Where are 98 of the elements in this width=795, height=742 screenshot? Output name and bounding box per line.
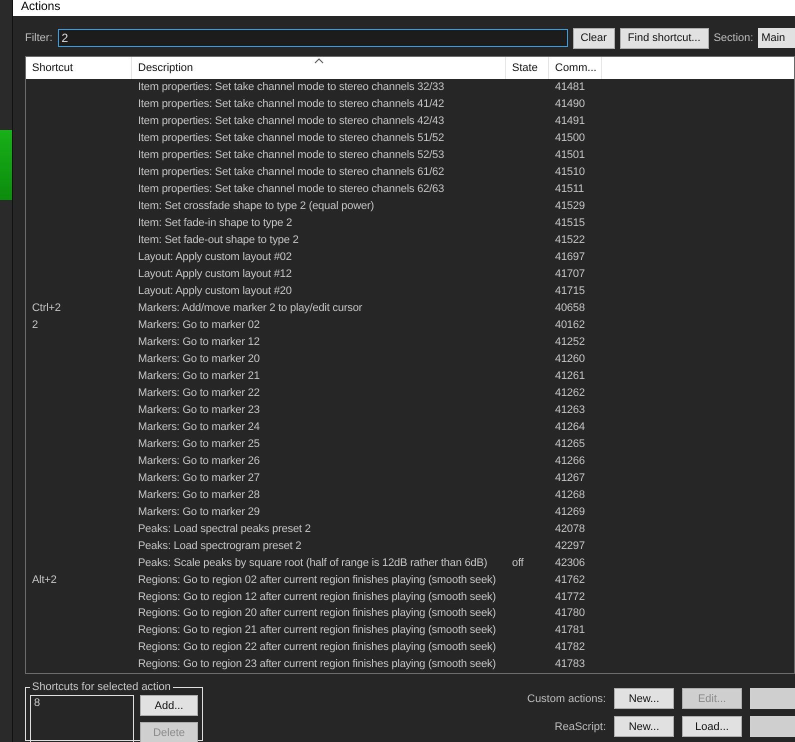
table-cell: 41266 <box>555 454 585 467</box>
table-cell: 41501 <box>555 149 585 162</box>
table-cell: 41268 <box>555 488 585 501</box>
shortcut-list[interactable]: 8 <box>30 695 134 742</box>
find-shortcut-button[interactable]: Find shortcut... <box>620 28 709 48</box>
table-cell[interactable]: Markers: Go to marker 28 <box>138 488 260 501</box>
action-button[interactable] <box>750 688 795 709</box>
action-button[interactable]: New... <box>614 688 674 709</box>
table-cell[interactable]: Item properties: Set take channel mode to stereo channels 52/53 <box>138 149 444 162</box>
table-cell: 41500 <box>555 132 585 144</box>
table-cell[interactable]: Item properties: Set take channel mode to stereo channels 41/42 <box>138 98 444 110</box>
table-cell: 42297 <box>555 540 585 552</box>
column-header[interactable]: Comm... <box>549 57 602 79</box>
table-cell: 41260 <box>555 352 585 365</box>
table-cell: 41697 <box>555 251 585 264</box>
table-cell[interactable]: Peaks: Scale peaks by square root (half of range is 12dB rather than 6dB) <box>138 556 488 569</box>
table-cell[interactable]: Markers: Go to marker 25 <box>138 438 260 450</box>
section-dropdown[interactable]: Main <box>758 28 795 48</box>
table-cell[interactable]: Item properties: Set take channel mode to stereo channels 51/52 <box>138 132 444 144</box>
table-cell: 41269 <box>555 506 585 518</box>
table-cell: 41707 <box>555 268 585 280</box>
table-cell: off <box>512 556 524 569</box>
table-cell: 41264 <box>555 420 585 433</box>
section-label: ReaScript: <box>554 720 606 732</box>
table-cell[interactable]: Markers: Go to marker 23 <box>138 404 260 416</box>
action-button[interactable] <box>750 716 795 737</box>
table-cell[interactable]: Layout: Apply custom layout #12 <box>138 268 292 280</box>
table-cell[interactable]: Regions: Go to region 21 after current region finishes playing (smooth seek) <box>138 624 496 636</box>
action-button[interactable]: New... <box>614 716 674 737</box>
table-cell: 40658 <box>555 302 585 314</box>
shortcut-item[interactable]: 8 <box>34 697 130 709</box>
table-cell[interactable]: Regions: Go to region 12 after current region finishes playing (smooth seek) <box>138 590 496 603</box>
table-cell[interactable]: Regions: Go to region 23 after current region finishes playing (smooth seek) <box>138 658 496 670</box>
table-cell[interactable]: Item properties: Set take channel mode to stereo channels 32/33 <box>138 81 444 94</box>
table-cell: 42078 <box>555 522 585 535</box>
group-title: Shortcuts for selected action <box>31 681 172 693</box>
column-header[interactable]: State <box>506 57 549 79</box>
table-cell[interactable]: Regions: Go to region 20 after current region finishes playing (smooth seek) <box>138 607 496 620</box>
table-cell[interactable]: Markers: Go to marker 12 <box>138 336 260 348</box>
table-cell: 41780 <box>555 607 585 620</box>
table-cell: 40162 <box>555 319 585 332</box>
table-cell[interactable]: Peaks: Load spectral peaks preset 2 <box>138 522 311 535</box>
table-cell[interactable]: Markers: Go to marker 22 <box>138 386 260 399</box>
table-cell: 41762 <box>555 574 585 586</box>
section-label: Section: <box>714 32 754 44</box>
table-cell: 2 <box>32 319 38 332</box>
table-cell: 41491 <box>555 115 585 128</box>
table-cell[interactable]: Markers: Go to marker 24 <box>138 420 260 433</box>
table-cell: 41772 <box>555 590 585 603</box>
table-cell: 41252 <box>555 336 585 348</box>
table-cell: 41529 <box>555 200 585 212</box>
table-cell: 41515 <box>555 217 585 230</box>
table-cell: 41262 <box>555 386 585 399</box>
window-title: Actions <box>21 0 60 12</box>
filter-label: Filter: <box>25 32 52 44</box>
table-cell[interactable]: Layout: Apply custom layout #20 <box>138 285 292 298</box>
table-cell: 41265 <box>555 438 585 450</box>
column-header[interactable]: Shortcut <box>26 57 132 79</box>
table-cell[interactable]: Layout: Apply custom layout #02 <box>138 251 292 264</box>
level-meter <box>0 130 12 200</box>
table-cell[interactable]: Markers: Go to marker 21 <box>138 370 260 382</box>
table-cell[interactable]: Markers: Go to marker 02 <box>138 319 260 332</box>
table-cell: 41490 <box>555 98 585 110</box>
table-cell: 41511 <box>555 183 584 196</box>
table-cell[interactable]: Peaks: Load spectrogram preset 2 <box>138 540 302 552</box>
table-cell[interactable]: Regions: Go to region 22 after current region finishes playing (smooth seek) <box>138 641 496 654</box>
table-cell[interactable]: Item: Set fade-in shape to type 2 <box>138 217 292 230</box>
table-cell: Ctrl+2 <box>32 302 61 314</box>
table-cell: 41715 <box>555 285 585 298</box>
table-cell: 41782 <box>555 641 585 654</box>
table-cell: 41481 <box>555 81 585 94</box>
table-cell[interactable]: Item: Set fade-out shape to type 2 <box>138 234 299 246</box>
table-cell: 41781 <box>555 624 585 636</box>
table-cell: 42306 <box>555 556 585 569</box>
column-header[interactable]: Description <box>132 57 506 79</box>
table-cell[interactable]: Markers: Add/move marker 2 to play/edit cursor <box>138 302 362 314</box>
table-cell[interactable]: Regions: Go to region 02 after current region finishes playing (smooth seek) <box>138 574 496 586</box>
table-cell: 41261 <box>555 370 585 382</box>
section-label: Custom actions: <box>527 692 606 704</box>
table-cell: 41510 <box>555 166 585 178</box>
table-cell[interactable]: Item properties: Set take channel mode to stereo channels 62/63 <box>138 183 444 196</box>
table-cell: Alt+2 <box>32 574 57 586</box>
table-cell: 41522 <box>555 234 585 246</box>
sort-icon <box>314 58 324 64</box>
table-cell[interactable]: Markers: Go to marker 27 <box>138 472 260 484</box>
table-cell: 41783 <box>555 658 585 670</box>
filter-field[interactable]: 2 <box>58 29 568 47</box>
table-cell[interactable]: Markers: Go to marker 20 <box>138 352 260 365</box>
table-cell[interactable]: Item properties: Set take channel mode to stereo channels 61/62 <box>138 166 444 178</box>
action-button[interactable]: Load... <box>682 716 742 737</box>
table-cell: 41267 <box>555 472 585 484</box>
table-cell[interactable]: Item: Set crossfade shape to type 2 (equal power) <box>138 200 374 212</box>
table-cell[interactable]: Markers: Go to marker 29 <box>138 506 260 518</box>
table-cell: 41263 <box>555 404 585 416</box>
table-cell[interactable]: Markers: Go to marker 26 <box>138 454 260 467</box>
table-cell[interactable]: Item properties: Set take channel mode to stereo channels 42/43 <box>138 115 444 128</box>
clear-button[interactable]: Clear <box>572 28 615 48</box>
add-button[interactable]: Add... <box>140 695 198 716</box>
